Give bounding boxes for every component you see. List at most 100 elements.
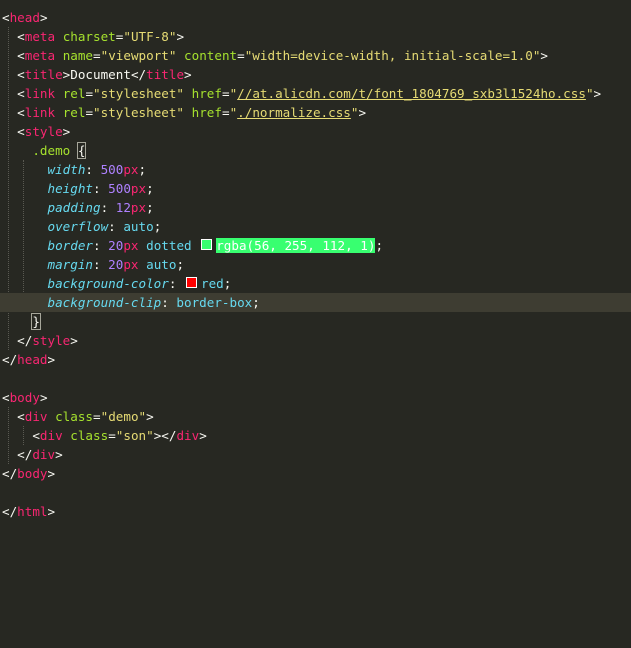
code-line[interactable]: <head> — [0, 8, 631, 27]
code-line[interactable]: overflow: auto; — [0, 217, 631, 236]
code-line[interactable]: <div class="son"></div> — [0, 426, 631, 445]
code-token: : — [168, 276, 184, 291]
code-line[interactable]: <meta name="viewport" content="width=dev… — [0, 46, 631, 65]
code-token: > — [199, 428, 207, 443]
code-token: rgba(56, 255, 112, 1) — [216, 238, 376, 253]
code-line[interactable]: width: 500px; — [0, 160, 631, 179]
code-token: > — [62, 124, 71, 139]
code-token: > — [184, 67, 192, 82]
code-token: "stylesheet" — [93, 86, 185, 101]
code-token: < — [2, 10, 10, 25]
code-line[interactable]: <title>Document</title> — [0, 65, 631, 84]
code-token: px — [123, 257, 139, 272]
code-token: px — [130, 200, 147, 215]
code-line-current[interactable]: background-clip: border-box; — [0, 293, 631, 312]
code-line[interactable]: </style> — [0, 331, 631, 350]
code-line[interactable]: background-color: red; — [0, 274, 631, 293]
code-token: link — [24, 105, 56, 120]
code-line[interactable]: .demo { — [0, 141, 631, 160]
code-token: < — [2, 390, 10, 405]
color-swatch-green-icon[interactable] — [201, 239, 213, 250]
code-token: auto — [146, 257, 177, 272]
code-token: ; — [153, 219, 162, 234]
code-token: : — [93, 238, 109, 253]
color-swatch-red-icon[interactable] — [186, 277, 197, 288]
code-token: ; — [252, 295, 260, 310]
code-token: Document — [70, 67, 131, 82]
code-line[interactable]: } — [0, 312, 631, 331]
code-token: px — [123, 238, 139, 253]
code-line[interactable]: <div class="demo"> — [0, 407, 631, 426]
code-token: > — [146, 409, 154, 424]
code-line[interactable]: border: 20px dotted rgba(56, 255, 112, 1… — [0, 236, 631, 255]
code-token: = — [221, 105, 230, 120]
code-token: div — [24, 409, 48, 424]
code-line[interactable]: <meta charset="UTF-8"> — [0, 27, 631, 46]
code-line[interactable]: </head> — [0, 350, 631, 369]
code-token: background-clip — [47, 295, 162, 310]
code-line[interactable]: <link rel="stylesheet" href="./normalize… — [0, 103, 631, 122]
code-line[interactable]: padding: 12px; — [0, 198, 631, 217]
code-token: link — [24, 86, 56, 101]
code-token: margin — [47, 257, 94, 272]
code-token: 12 — [115, 200, 131, 215]
code-token: content — [184, 48, 238, 63]
code-token: href — [191, 86, 222, 101]
code-token: rel — [62, 105, 86, 120]
code-line[interactable]: margin: 20px auto; — [0, 255, 631, 274]
code-token: = — [85, 86, 94, 101]
code-token: > — [47, 504, 56, 519]
code-token: border — [47, 238, 94, 253]
code-token: < — [2, 48, 25, 63]
code-token: = — [237, 48, 245, 63]
code-token: title — [24, 67, 63, 82]
code-token: > — [39, 10, 48, 25]
code-token: px — [130, 181, 147, 196]
code-token: < — [2, 86, 25, 101]
code-token: .demo — [32, 143, 71, 158]
code-token: 500 — [100, 162, 124, 177]
code-line[interactable]: <body> — [0, 388, 631, 407]
code-token: ; — [375, 238, 384, 253]
code-line[interactable]: </div> — [0, 445, 631, 464]
code-token: 20 — [108, 257, 124, 272]
code-token: ./normalize.css — [237, 105, 351, 120]
code-token: div — [176, 428, 200, 443]
code-token: < — [2, 428, 40, 443]
code-token: title — [146, 67, 185, 82]
code-line[interactable]: <link rel="stylesheet" href="//at.alicdn… — [0, 84, 631, 103]
code-token: "demo" — [100, 409, 147, 424]
code-line[interactable]: </html> — [0, 502, 631, 521]
code-token: charset — [62, 29, 116, 44]
code-token: html — [17, 504, 48, 519]
code-line[interactable] — [0, 369, 631, 388]
code-token: : — [161, 295, 177, 310]
code-token: </ — [2, 333, 33, 348]
code-line[interactable]: <style> — [0, 122, 631, 141]
code-token: ; — [146, 181, 154, 196]
code-token: </ — [2, 352, 18, 367]
code-token: > — [70, 333, 78, 348]
code-token: style — [32, 333, 71, 348]
code-token: > — [176, 29, 185, 44]
code-line[interactable]: height: 500px; — [0, 179, 631, 198]
code-token: </ — [2, 466, 18, 481]
code-token: "viewport" — [100, 48, 177, 63]
code-line[interactable]: </body> — [0, 464, 631, 483]
code-editor[interactable]: <head> <meta charset="UTF-8"> <meta name… — [0, 0, 631, 648]
code-token: < — [2, 409, 25, 424]
code-token: ; — [138, 162, 147, 177]
code-token: "son" — [115, 428, 154, 443]
code-line[interactable] — [0, 483, 631, 502]
